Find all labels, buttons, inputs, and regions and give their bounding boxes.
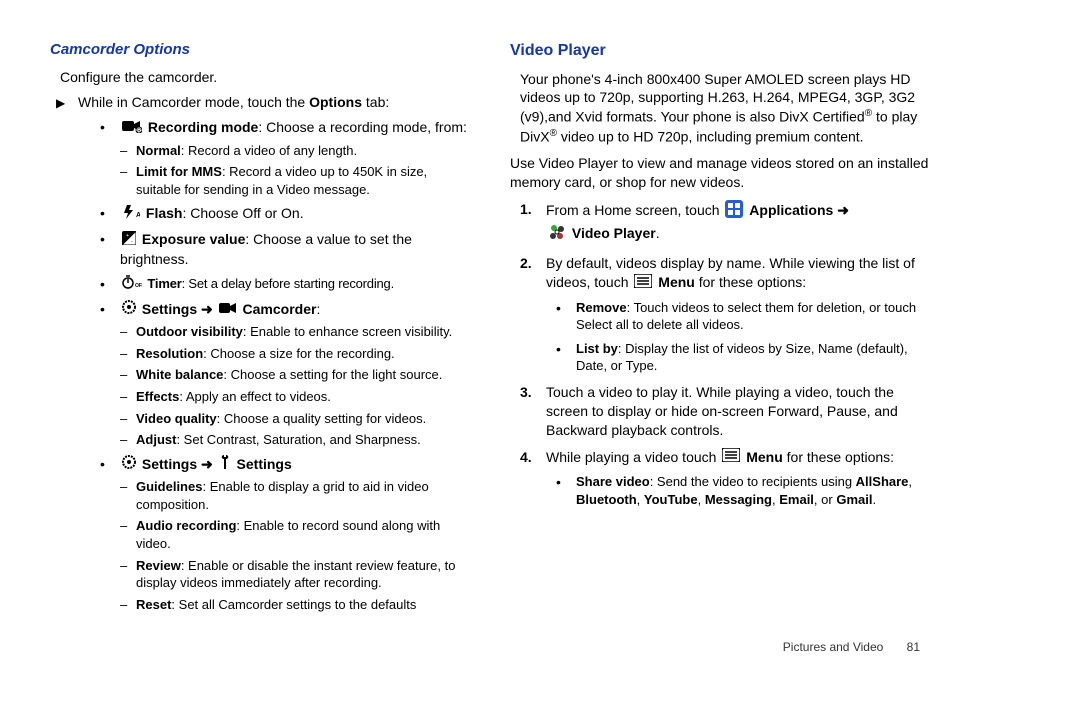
video-player-icon [548, 223, 566, 246]
dash-whitebalance: White balance: Choose a setting for the … [120, 366, 470, 384]
menu-label: Menu [658, 274, 695, 290]
settings-label: Settings [142, 301, 197, 317]
step-4: While playing a video touch Menu for the… [520, 448, 930, 509]
page-footer: Pictures and Video 81 [50, 639, 930, 655]
arrow-3: ➜ [837, 202, 849, 218]
step-text-c: tab: [362, 94, 389, 110]
left-column: Camcorder Options Configure the camcorde… [50, 40, 470, 619]
bullet-flash: A Flash: Choose Off or On. [90, 204, 470, 224]
bullet-remove: Remove: Touch videos to select them for … [546, 299, 930, 334]
recmode-text: : Choose a recording mode, from: [258, 119, 467, 135]
menu-label-2: Menu [746, 449, 783, 465]
apps-label: Applications [749, 202, 833, 218]
svg-text:OFF: OFF [135, 283, 142, 289]
timer-icon: OFF [122, 275, 142, 294]
options-label: Options [309, 94, 362, 110]
gear-icon [122, 300, 136, 319]
intro-text: Configure the camcorder. [60, 68, 470, 87]
flash-icon: A [122, 205, 140, 224]
vp-paragraph-1: Your phone's 4-inch 800x400 Super AMOLED… [520, 70, 930, 147]
timer-label: Timer [147, 276, 181, 291]
vp-paragraph-2: Use Video Player to view and manage vide… [510, 154, 930, 192]
dash-normal: Normal: Record a video of any length. [120, 142, 470, 160]
dash-outdoor: Outdoor visibility: Enable to enhance sc… [120, 323, 470, 341]
timer-text: : Set a delay before starting recording. [182, 276, 394, 291]
svg-text:A: A [136, 212, 140, 219]
footer-page: 81 [907, 640, 920, 654]
dash-reset: Reset: Set all Camcorder settings to the… [120, 596, 470, 614]
recmode-label: Recording mode [148, 119, 258, 135]
dash-resolution: Resolution: Choose a size for the record… [120, 345, 470, 363]
bullet-timer: OFF Timer: Set a delay before starting r… [90, 275, 470, 294]
dash-adjust: Adjust: Set Contrast, Saturation, and Sh… [120, 431, 470, 449]
step-2: By default, videos display by name. Whil… [520, 254, 930, 375]
reg-1: ® [865, 108, 872, 119]
bullet-share: Share video: Send the video to recipient… [546, 473, 930, 508]
arrow-2: ➜ [201, 456, 213, 472]
settings2-label: Settings [237, 456, 292, 472]
bullet-listby: List by: Display the list of videos by S… [546, 340, 930, 375]
bullet-settings-camcorder: Settings ➜ Camcorder: Outdoor visibility… [90, 300, 470, 449]
menu-icon [634, 274, 652, 293]
wrench-icon [219, 455, 231, 474]
gear-icon-2 [122, 455, 136, 474]
dash-effects: Effects: Apply an effect to videos. [120, 388, 470, 406]
dash-mms: Limit for MMS: Record a video up to 450K… [120, 163, 470, 198]
flash-label: Flash [146, 205, 183, 221]
camcorder-icon [219, 300, 237, 319]
footer-section: Pictures and Video [783, 640, 884, 654]
dash-review: Review: Enable or disable the instant re… [120, 557, 470, 592]
bullet-exposure: +- Exposure value: Choose a value to set… [90, 230, 470, 269]
step-1: From a Home screen, touch Applications ➜… [520, 200, 930, 246]
dash-videoquality: Video quality: Choose a quality setting … [120, 410, 470, 428]
arrow-1: ➜ [201, 301, 213, 317]
camcorder-label: Camcorder [243, 301, 317, 317]
video-player-heading: Video Player [510, 40, 930, 62]
camcorder-options-heading: Camcorder Options [50, 40, 470, 60]
bullet-settings-settings: Settings ➜ Settings Guidelines: Enable t… [90, 455, 470, 614]
dash-audio: Audio recording: Enable to record sound … [120, 517, 470, 552]
reg-2: ® [550, 128, 557, 139]
recmode-icon: R [122, 119, 142, 138]
dash-guidelines: Guidelines: Enable to display a grid to … [120, 478, 470, 513]
apps-icon [725, 200, 743, 223]
step-marker-icon: ▶ [56, 95, 65, 111]
bullet-recmode: R Recording mode: Choose a recording mod… [90, 118, 470, 198]
settings-label-2: Settings [142, 456, 197, 472]
step-text-a: While in Camcorder mode, touch the [78, 94, 309, 110]
vp-label: Video Player [572, 225, 656, 241]
menu-icon-2 [722, 448, 740, 467]
main-step: ▶ While in Camcorder mode, touch the Opt… [78, 93, 470, 112]
step-3: Touch a video to play it. While playing … [520, 383, 930, 440]
svg-text:+: + [126, 233, 129, 239]
exposure-icon: +- [122, 231, 136, 250]
svg-text:R: R [137, 128, 141, 133]
exposure-label: Exposure value [142, 231, 246, 247]
flash-text: : Choose Off or On. [182, 205, 303, 221]
right-column: Video Player Your phone's 4-inch 800x400… [510, 40, 930, 619]
